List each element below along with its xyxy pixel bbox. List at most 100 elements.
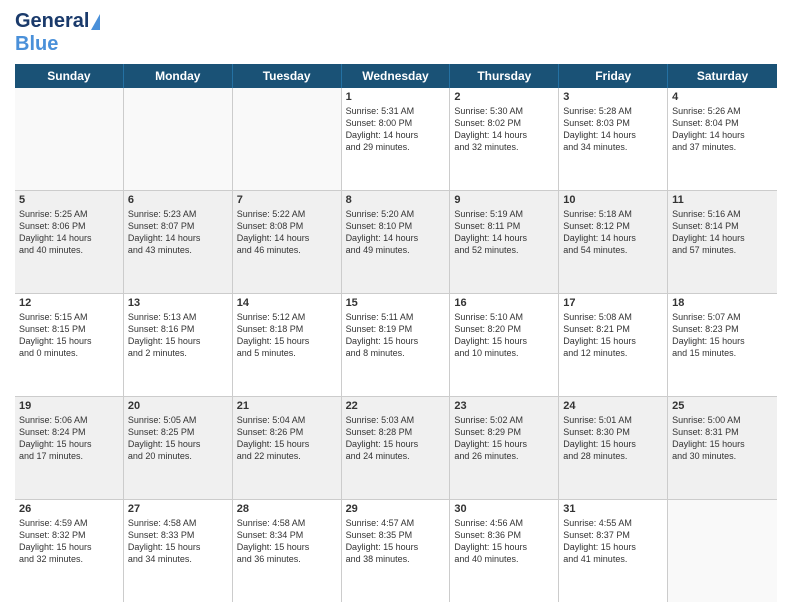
- day-info: Sunrise: 5:07 AMSunset: 8:23 PMDaylight:…: [672, 311, 773, 360]
- day-info: Sunrise: 5:04 AMSunset: 8:26 PMDaylight:…: [237, 414, 337, 463]
- day-number: 17: [563, 297, 663, 309]
- day-info: Sunrise: 5:18 AMSunset: 8:12 PMDaylight:…: [563, 208, 663, 257]
- cal-cell-empty-0-0: [15, 88, 124, 190]
- weekday-header-sunday: Sunday: [15, 64, 124, 88]
- weekday-header-saturday: Saturday: [668, 64, 777, 88]
- cal-cell-18: 18 Sunrise: 5:07 AMSunset: 8:23 PMDayligh…: [668, 294, 777, 396]
- cal-cell-22: 22Sunrise: 5:03 AMSunset: 8:28 PMDayligh…: [342, 397, 451, 499]
- cal-cell-24: 24 Sunrise: 5:01 AMSunset: 8:30 PMDayligh…: [559, 397, 668, 499]
- day-info: Sunrise: 5:16 AMSunset: 8:14 PMDaylight:…: [672, 208, 773, 257]
- cal-cell-13: 13 Sunrise: 5:13 AMSunset: 8:16 PMDayligh…: [124, 294, 233, 396]
- day-number: 23: [454, 400, 554, 412]
- day-info: Sunrise: 5:11 AMSunset: 8:19 PMDaylight:…: [346, 311, 446, 360]
- cal-cell-27: 27Sunrise: 4:58 AMSunset: 8:33 PMDayligh…: [124, 500, 233, 602]
- cal-cell-23: 23 Sunrise: 5:02 AMSunset: 8:29 PMDayligh…: [450, 397, 559, 499]
- day-number: 29: [346, 503, 446, 515]
- day-info: Sunrise: 5:12 AMSunset: 8:18 PMDaylight:…: [237, 311, 337, 360]
- day-number: 16: [454, 297, 554, 309]
- day-info: Sunrise: 5:13 AMSunset: 8:16 PMDaylight:…: [128, 311, 228, 360]
- day-info: Sunrise: 4:56 AMSunset: 8:36 PMDaylight:…: [454, 517, 554, 566]
- cal-cell-12: 12Sunrise: 5:15 AMSunset: 8:15 PMDayligh…: [15, 294, 124, 396]
- cal-cell-16: 16 Sunrise: 5:10 AMSunset: 8:20 PMDayligh…: [450, 294, 559, 396]
- cal-cell-15: 15 Sunrise: 5:11 AMSunset: 8:19 PMDayligh…: [342, 294, 451, 396]
- cal-cell-8: 8 Sunrise: 5:20 AMSunset: 8:10 PMDaylight…: [342, 191, 451, 293]
- day-number: 15: [346, 297, 446, 309]
- day-info: Sunrise: 4:59 AMSunset: 8:32 PMDaylight:…: [19, 517, 119, 566]
- day-info: Sunrise: 5:19 AMSunset: 8:11 PMDaylight:…: [454, 208, 554, 257]
- calendar-row-2: 5 Sunrise: 5:25 AMSunset: 8:06 PMDaylight…: [15, 191, 777, 294]
- day-info: Sunrise: 5:10 AMSunset: 8:20 PMDaylight:…: [454, 311, 554, 360]
- cal-cell-6: 6 Sunrise: 5:23 AMSunset: 8:07 PMDaylight…: [124, 191, 233, 293]
- day-info: Sunrise: 5:23 AMSunset: 8:07 PMDaylight:…: [128, 208, 228, 257]
- day-number: 8: [346, 194, 446, 206]
- cal-cell-25: 25 Sunrise: 5:00 AMSunset: 8:31 PMDayligh…: [668, 397, 777, 499]
- weekday-header-friday: Friday: [559, 64, 668, 88]
- day-number: 21: [237, 400, 337, 412]
- cal-cell-28: 28 Sunrise: 4:58 AMSunset: 8:34 PMDayligh…: [233, 500, 342, 602]
- day-number: 20: [128, 400, 228, 412]
- day-info: Sunrise: 4:58 AMSunset: 8:34 PMDaylight:…: [237, 517, 337, 566]
- cal-cell-empty-0-2: [233, 88, 342, 190]
- day-info: Sunrise: 5:01 AMSunset: 8:30 PMDaylight:…: [563, 414, 663, 463]
- logo-triangle-icon: [91, 14, 100, 30]
- day-info: Sunrise: 5:20 AMSunset: 8:10 PMDaylight:…: [346, 208, 446, 257]
- cal-cell-2: 2Sunrise: 5:30 AMSunset: 8:02 PMDaylight…: [450, 88, 559, 190]
- day-info: Sunrise: 5:06 AMSunset: 8:24 PMDaylight:…: [19, 414, 119, 463]
- calendar-row-1: 1Sunrise: 5:31 AMSunset: 8:00 PMDaylight…: [15, 88, 777, 191]
- cal-cell-empty-4-6: [668, 500, 777, 602]
- cal-cell-10: 10 Sunrise: 5:18 AMSunset: 8:12 PMDayligh…: [559, 191, 668, 293]
- day-number: 30: [454, 503, 554, 515]
- day-info: Sunrise: 5:08 AMSunset: 8:21 PMDaylight:…: [563, 311, 663, 360]
- day-number: 13: [128, 297, 228, 309]
- day-info: Sunrise: 5:05 AMSunset: 8:25 PMDaylight:…: [128, 414, 228, 463]
- day-number: 27: [128, 503, 228, 515]
- day-info: Sunrise: 5:15 AMSunset: 8:15 PMDaylight:…: [19, 311, 119, 360]
- day-number: 14: [237, 297, 337, 309]
- weekday-header-tuesday: Tuesday: [233, 64, 342, 88]
- weekday-header-wednesday: Wednesday: [342, 64, 451, 88]
- cal-cell-empty-0-1: [124, 88, 233, 190]
- day-info: Sunrise: 5:26 AMSunset: 8:04 PMDaylight:…: [672, 105, 773, 154]
- day-number: 18: [672, 297, 773, 309]
- day-info: Sunrise: 5:02 AMSunset: 8:29 PMDaylight:…: [454, 414, 554, 463]
- logo-blue: Blue: [15, 33, 58, 55]
- day-number: 4: [672, 91, 773, 103]
- day-info: Sunrise: 5:28 AMSunset: 8:03 PMDaylight:…: [563, 105, 663, 154]
- cal-cell-3: 3Sunrise: 5:28 AMSunset: 8:03 PMDaylight…: [559, 88, 668, 190]
- logo: General Blue: [15, 10, 100, 56]
- day-number: 26: [19, 503, 119, 515]
- day-info: Sunrise: 5:22 AMSunset: 8:08 PMDaylight:…: [237, 208, 337, 257]
- cal-cell-31: 31Sunrise: 4:55 AMSunset: 8:37 PMDayligh…: [559, 500, 668, 602]
- cal-cell-20: 20 Sunrise: 5:05 AMSunset: 8:25 PMDayligh…: [124, 397, 233, 499]
- calendar: SundayMondayTuesdayWednesdayThursdayFrid…: [15, 64, 777, 602]
- cal-cell-17: 17 Sunrise: 5:08 AMSunset: 8:21 PMDayligh…: [559, 294, 668, 396]
- day-info: Sunrise: 5:25 AMSunset: 8:06 PMDaylight:…: [19, 208, 119, 257]
- day-number: 2: [454, 91, 554, 103]
- day-info: Sunrise: 4:57 AMSunset: 8:35 PMDaylight:…: [346, 517, 446, 566]
- calendar-row-5: 26 Sunrise: 4:59 AMSunset: 8:32 PMDayligh…: [15, 500, 777, 602]
- cal-cell-19: 19Sunrise: 5:06 AMSunset: 8:24 PMDayligh…: [15, 397, 124, 499]
- day-number: 28: [237, 503, 337, 515]
- cal-cell-4: 4 Sunrise: 5:26 AMSunset: 8:04 PMDaylight…: [668, 88, 777, 190]
- calendar-row-3: 12Sunrise: 5:15 AMSunset: 8:15 PMDayligh…: [15, 294, 777, 397]
- calendar-body: 1Sunrise: 5:31 AMSunset: 8:00 PMDaylight…: [15, 88, 777, 602]
- cal-cell-5: 5 Sunrise: 5:25 AMSunset: 8:06 PMDaylight…: [15, 191, 124, 293]
- cal-cell-14: 14 Sunrise: 5:12 AMSunset: 8:18 PMDayligh…: [233, 294, 342, 396]
- calendar-row-4: 19Sunrise: 5:06 AMSunset: 8:24 PMDayligh…: [15, 397, 777, 500]
- day-number: 10: [563, 194, 663, 206]
- cal-cell-26: 26 Sunrise: 4:59 AMSunset: 8:32 PMDayligh…: [15, 500, 124, 602]
- day-number: 31: [563, 503, 663, 515]
- calendar-header: SundayMondayTuesdayWednesdayThursdayFrid…: [15, 64, 777, 88]
- day-number: 25: [672, 400, 773, 412]
- cal-cell-30: 30 Sunrise: 4:56 AMSunset: 8:36 PMDayligh…: [450, 500, 559, 602]
- day-number: 24: [563, 400, 663, 412]
- day-number: 5: [19, 194, 119, 206]
- day-info: Sunrise: 5:00 AMSunset: 8:31 PMDaylight:…: [672, 414, 773, 463]
- weekday-header-monday: Monday: [124, 64, 233, 88]
- logo-general: General: [15, 10, 89, 33]
- cal-cell-21: 21 Sunrise: 5:04 AMSunset: 8:26 PMDayligh…: [233, 397, 342, 499]
- cal-cell-11: 11 Sunrise: 5:16 AMSunset: 8:14 PMDayligh…: [668, 191, 777, 293]
- day-number: 11: [672, 194, 773, 206]
- cal-cell-9: 9Sunrise: 5:19 AMSunset: 8:11 PMDaylight…: [450, 191, 559, 293]
- day-number: 6: [128, 194, 228, 206]
